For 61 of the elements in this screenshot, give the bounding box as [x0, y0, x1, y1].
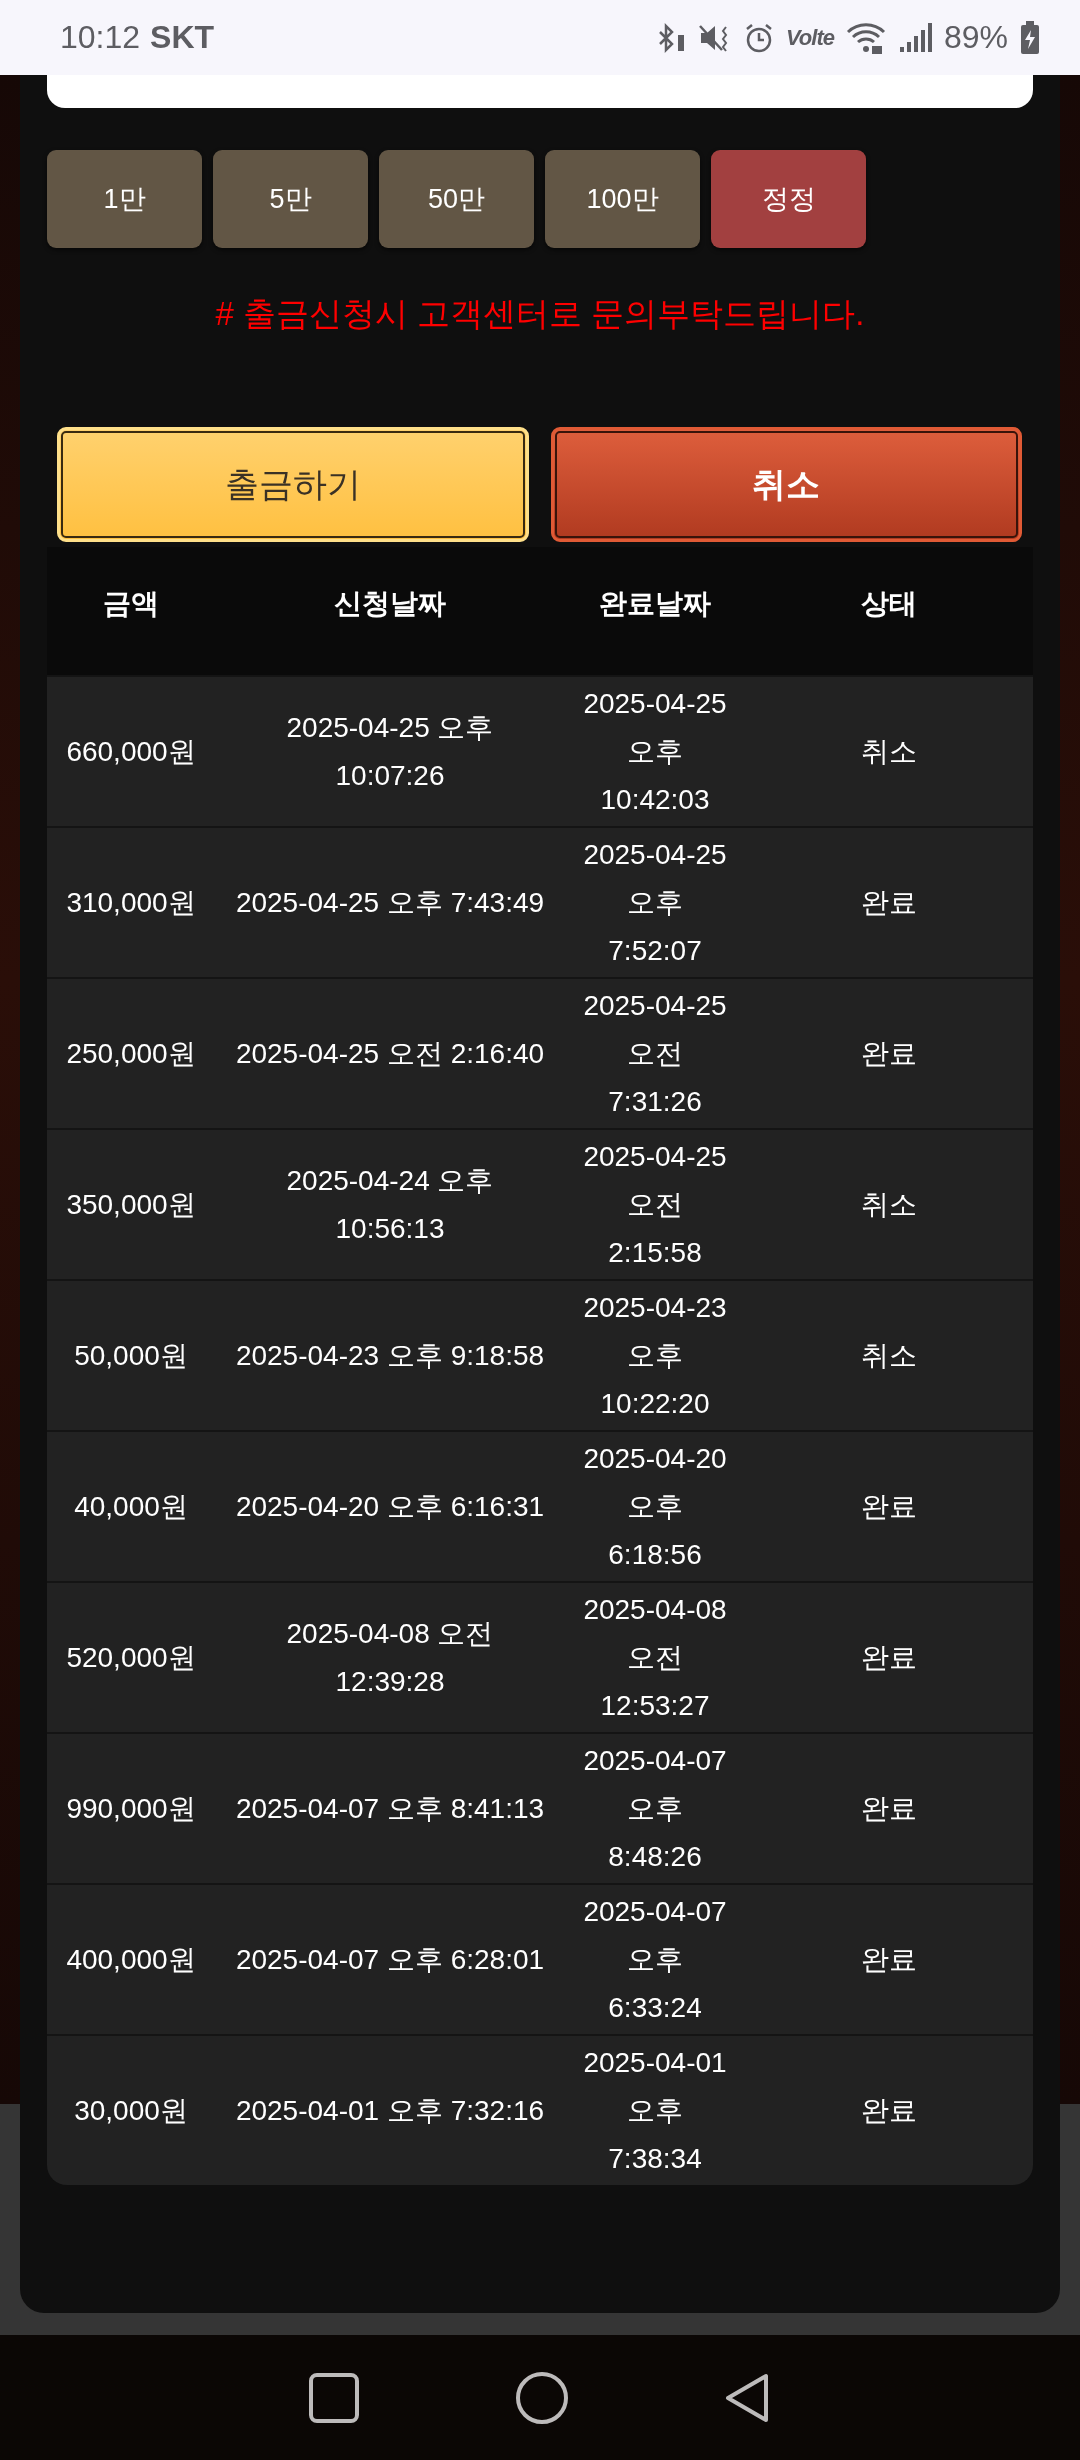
table-cell-text: 취소 [860, 1338, 918, 1373]
column-header: 상태 [860, 587, 918, 621]
column-header: 신청날짜 [333, 587, 447, 621]
table-cell-text: 완료 [860, 1640, 918, 1675]
table-cell-text: 취소 [860, 734, 918, 769]
table-cell-text: 520,000원 [65, 1640, 197, 1675]
table-cell-text: 2025-04-20 오후 6:16:31 [234, 1489, 546, 1524]
table-cell-text: 350,000원 [65, 1187, 197, 1222]
table-cell-text: 2025-04-07 오후 8:41:13 [234, 1791, 546, 1826]
table-cell-text: 2025-04-08 오전 12:53:27 [582, 1592, 728, 1723]
table-cell-text: 2025-04-23 오후 9:18:58 [234, 1338, 546, 1373]
carrier-name: SKT [150, 19, 215, 56]
amount-button[interactable]: 1만 [47, 150, 202, 248]
recent-apps-icon[interactable] [307, 2371, 360, 2424]
table-cell-text: 2025-04-25 오후 7:52:07 [582, 837, 728, 968]
table-cell-text: 400,000원 [65, 1942, 197, 1977]
column-header: 완료날짜 [598, 587, 712, 621]
table-cell-text: 2025-04-25 오전 7:31:26 [582, 988, 728, 1119]
signal-icon [897, 21, 932, 54]
notice-text: # 출금신청시 고객센터로 문의부탁드립니다. [214, 294, 866, 334]
table-cell-text: 완료 [860, 1942, 918, 1977]
table-cell-text: 2025-04-01 오후 7:32:16 [234, 2093, 546, 2128]
table-cell-text: 취소 [860, 1187, 918, 1222]
table-cell-text: 2025-04-01 오후 7:38:34 [582, 2045, 728, 2176]
cancel-button[interactable]: 취소 [550, 427, 1022, 542]
table-cell-text: 2025-04-25 오후 10:42:03 [582, 686, 728, 817]
table-cell-text: 완료 [860, 1489, 918, 1524]
table-cell-text: 2025-04-25 오후 10:07:26 [285, 710, 495, 793]
reset-button[interactable]: 정정 [711, 150, 866, 248]
table-cell-text: 990,000원 [65, 1791, 197, 1826]
amount-button[interactable]: 50만 [379, 150, 534, 248]
amount-button[interactable]: 5만 [213, 150, 368, 248]
table-cell-text: 2025-04-08 오전 12:39:28 [285, 1616, 495, 1699]
table-cell-text: 40,000원 [73, 1489, 189, 1524]
table-cell-text: 2025-04-07 오후 8:48:26 [582, 1743, 728, 1874]
table-cell-text: 완료 [860, 885, 918, 920]
amount-button[interactable]: 100만 [545, 150, 700, 248]
table-cell-text: 2025-04-07 오후 6:28:01 [234, 1942, 546, 1977]
table-cell-text: 2025-04-20 오후 6:18:56 [582, 1441, 728, 1572]
table-cell-text: 660,000원 [65, 734, 197, 769]
table-cell-text: 310,000원 [65, 885, 197, 920]
volte-label: Volte [785, 24, 834, 51]
table-cell-text: 완료 [860, 2093, 918, 2128]
clock-time: 10:12 [60, 19, 141, 56]
table-cell-text: 2025-04-25 오전 2:16:40 [234, 1036, 546, 1071]
table-cell-text: 50,000원 [73, 1338, 189, 1373]
table-cell-text: 완료 [860, 1791, 918, 1826]
table-cell-text: 2025-04-25 오후 7:43:49 [234, 885, 546, 920]
table-cell-text: 완료 [860, 1036, 918, 1071]
battery-percent: 89% [943, 19, 1008, 56]
table-cell-text: 2025-04-23 오후 10:22:20 [582, 1290, 728, 1421]
table-cell-text: 2025-04-25 오전 2:15:58 [582, 1139, 728, 1270]
home-icon[interactable] [515, 2370, 569, 2425]
battery-charging-icon [1020, 20, 1040, 55]
table-cell-text: 30,000원 [73, 2093, 189, 2128]
table-cell-text: 2025-04-24 오후 10:56:13 [285, 1163, 495, 1246]
table-cell-text: 250,000원 [65, 1036, 197, 1071]
table-cell-text: 2025-04-07 오후 6:33:24 [582, 1894, 728, 2025]
withdraw-button[interactable]: 출금하기 [57, 427, 529, 542]
wifi-icon [845, 21, 886, 54]
column-header: 금액 [102, 587, 160, 621]
